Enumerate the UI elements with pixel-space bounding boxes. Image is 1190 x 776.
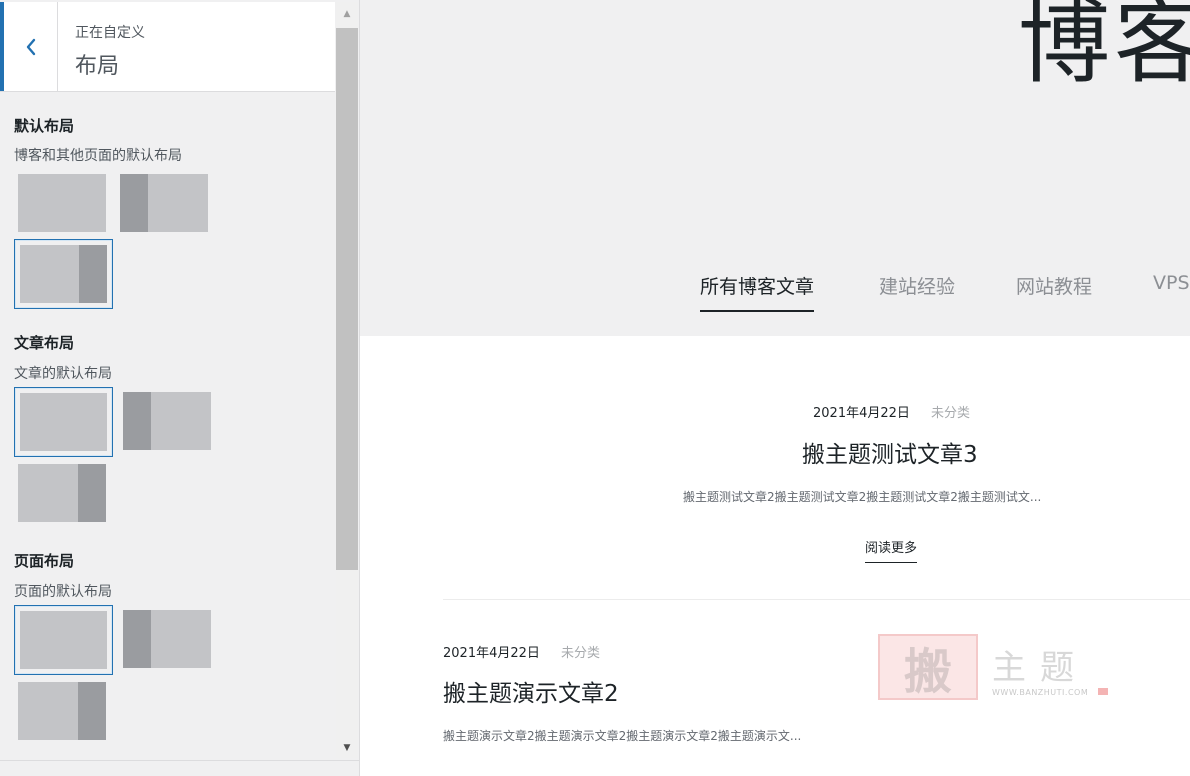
- post-divider: [443, 599, 1190, 600]
- customizer-panel: 正在自定义 布局 默认布局 博客和其他页面的默认布局 文章布局 文章的默认布局 …: [0, 0, 360, 776]
- post-1-category[interactable]: 未分类: [931, 402, 970, 421]
- post-layout-full-width-option[interactable]: [14, 387, 113, 457]
- chevron-left-icon: [26, 38, 35, 55]
- default-layout-left-sidebar-option[interactable]: [120, 174, 208, 232]
- category-tab-tutorials[interactable]: 网站教程: [1016, 272, 1092, 299]
- blog-hero: 博客 所有博客文章 建站经验 网站教程 VPS: [360, 0, 1190, 336]
- post-2-date: 2021年4月22日: [443, 646, 540, 661]
- post-2-category[interactable]: 未分类: [561, 642, 600, 661]
- back-button[interactable]: [0, 2, 58, 91]
- customizing-label: 正在自定义: [75, 25, 145, 41]
- scroll-down-arrow-icon[interactable]: ▼: [336, 738, 358, 758]
- post-layout-desc: 文章的默认布局: [14, 366, 112, 382]
- default-layout-full-width-option[interactable]: [18, 174, 106, 232]
- watermark-logo: 搬 主题 WWW.BANZHUTI.COM: [878, 634, 1108, 704]
- page-layout-full-width-option[interactable]: [14, 605, 113, 675]
- page-layout-title: 页面布局: [14, 552, 75, 570]
- watermark-url: WWW.BANZHUTI.COM: [992, 688, 1089, 697]
- post-layout-left-sidebar-option[interactable]: [123, 392, 211, 450]
- post-2-excerpt: 搬主题演示文章2搬主题演示文章2搬主题演示文章2搬主题演示文...: [443, 729, 802, 743]
- page-layout-desc: 页面的默认布局: [14, 584, 112, 600]
- scroll-up-arrow-icon[interactable]: ▲: [336, 2, 358, 26]
- post-2-title[interactable]: 搬主题演示文章2: [443, 674, 619, 708]
- panel-footer: [0, 760, 359, 776]
- panel-scrollbar[interactable]: ▲ ▼: [336, 2, 358, 758]
- watermark-bar: [1098, 688, 1108, 695]
- category-tab-site-building[interactable]: 建站经验: [879, 272, 955, 299]
- scrollbar-thumb[interactable]: [336, 28, 358, 570]
- panel-header: 正在自定义 布局: [0, 2, 335, 92]
- page-layout-right-sidebar-option[interactable]: [18, 682, 106, 740]
- default-layout-right-sidebar-option[interactable]: [14, 239, 113, 309]
- section-title: 布局: [75, 54, 120, 79]
- category-tab-all[interactable]: 所有博客文章: [700, 272, 815, 312]
- post-1-title[interactable]: 搬主题测试文章3: [802, 435, 978, 469]
- site-preview: 博客 所有博客文章 建站经验 网站教程 VPS 2021年4月22日 未分类 搬…: [360, 0, 1190, 776]
- hero-title: 博客: [1018, 0, 1190, 96]
- watermark-text: 主题: [992, 648, 1088, 688]
- post-layout-right-sidebar-option[interactable]: [18, 464, 106, 522]
- post-1-date: 2021年4月22日: [813, 406, 910, 421]
- post-layout-title: 文章布局: [14, 334, 75, 352]
- watermark-stamp: 搬: [878, 634, 978, 700]
- post-1-excerpt: 搬主题测试文章2搬主题测试文章2搬主题测试文章2搬主题测试文...: [683, 490, 1042, 504]
- default-layout-desc: 博客和其他页面的默认布局: [14, 148, 182, 164]
- default-layout-title: 默认布局: [14, 117, 75, 135]
- category-tab-vps[interactable]: VPS: [1153, 272, 1190, 294]
- read-more-link[interactable]: 阅读更多: [865, 537, 918, 563]
- page-layout-left-sidebar-option[interactable]: [123, 610, 211, 668]
